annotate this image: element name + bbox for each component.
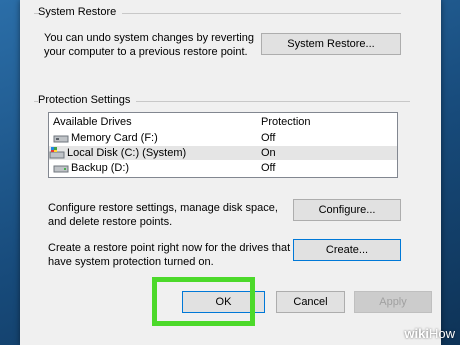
create-button[interactable]: Create...: [293, 239, 401, 261]
drive-row-memory-card[interactable]: Memory Card (F:) Off: [49, 131, 397, 145]
listbox-header: Available Drives Protection: [49, 115, 397, 129]
column-header-protection: Protection: [261, 116, 311, 128]
system-drive-icon: [49, 147, 65, 159]
wikihow-watermark: wikiHow: [404, 326, 455, 341]
create-description: Create a restore point right now for the…: [48, 242, 291, 268]
drive-protection-status: Off: [261, 132, 276, 144]
system-restore-description: You can undo system changes by reverting…: [44, 32, 254, 58]
watermark-bold: wiki: [404, 326, 429, 341]
column-header-drives: Available Drives: [53, 116, 132, 128]
drive-protection-status: On: [261, 147, 276, 159]
system-restore-button[interactable]: System Restore...: [261, 33, 401, 55]
drive-name: Backup (D:): [71, 162, 130, 174]
cancel-button[interactable]: Cancel: [276, 291, 345, 313]
drive-row-backup[interactable]: Backup (D:) Off: [49, 161, 397, 175]
watermark-light: How: [428, 326, 455, 341]
configure-description: Configure restore settings, manage disk …: [48, 202, 278, 228]
drive-icon: [53, 165, 69, 173]
apply-button[interactable]: Apply: [354, 291, 432, 313]
drive-row-local-disk[interactable]: Local Disk (C:) (System) On: [49, 146, 397, 160]
drive-name: Memory Card (F:): [71, 132, 158, 144]
configure-button[interactable]: Configure...: [293, 199, 401, 221]
protection-group-title: Protection Settings: [38, 94, 137, 106]
drive-name: Local Disk (C:) (System): [67, 147, 187, 159]
ok-button-highlight: [152, 277, 255, 326]
removable-drive-icon: [53, 135, 69, 143]
system-restore-group-title: System Restore: [38, 6, 123, 18]
drives-listbox[interactable]: Available Drives Protection Memory Card …: [48, 112, 398, 178]
drive-protection-status: Off: [261, 162, 276, 174]
